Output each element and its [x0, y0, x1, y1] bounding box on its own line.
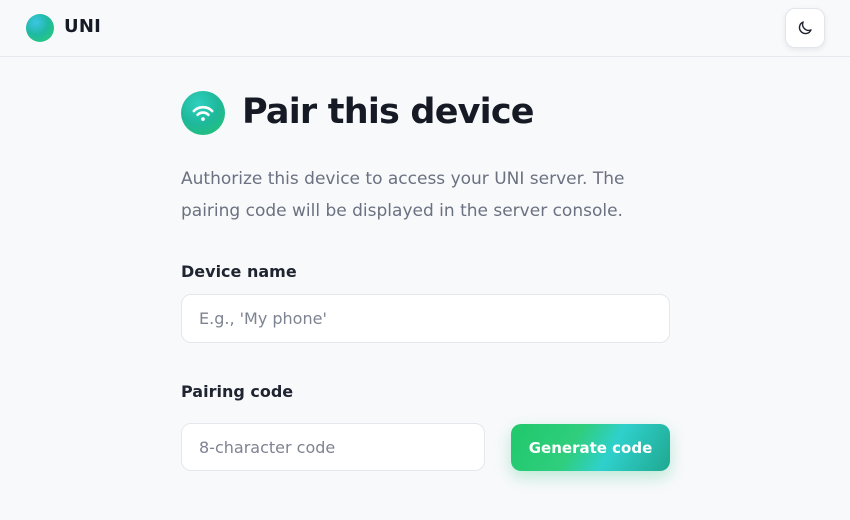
generate-code-button[interactable]: Generate code — [511, 424, 670, 471]
pairing-code-input[interactable] — [181, 423, 485, 471]
device-name-input[interactable] — [181, 294, 670, 343]
top-bar: UNI — [0, 0, 850, 57]
page-title: Pair this device — [242, 92, 535, 132]
theme-toggle-button[interactable] — [785, 8, 825, 48]
pairing-code-label: Pairing code — [181, 382, 294, 401]
logo-icon — [26, 14, 54, 42]
wifi-icon — [181, 91, 225, 135]
device-name-label: Device name — [181, 262, 297, 281]
page-description: Authorize this device to access your UNI… — [181, 169, 625, 221]
brand-name: UNI — [64, 16, 101, 37]
moon-icon — [798, 21, 812, 35]
